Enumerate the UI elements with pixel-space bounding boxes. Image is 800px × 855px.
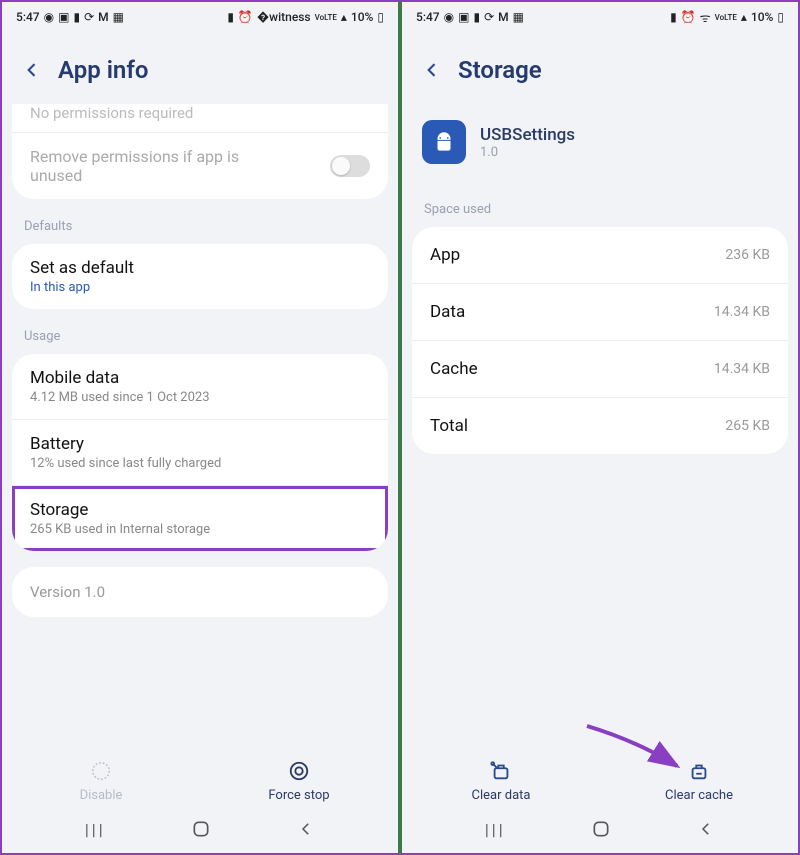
app-icon	[422, 120, 466, 164]
battery-icon: ▯	[377, 10, 384, 24]
force-stop-icon	[288, 760, 310, 782]
force-stop-button[interactable]: Force stop	[200, 760, 398, 803]
app-row: USBSettings 1.0	[402, 104, 798, 174]
battery-row[interactable]: Battery 12% used since last fully charge…	[12, 420, 388, 486]
status-bar: 5:47 ◉ ▣ ▮ ⟳ M ▦ ▮ ⏰ �witness VoLTE ▴ 10…	[2, 2, 398, 32]
phone-right: 5:47 ◉ ▣ ▮ ⟳ M ▦ ▮ ⏰ ᯤ VoLTE ▴ 10% ▯ Sto…	[402, 2, 798, 853]
battery-icon: ▮	[73, 10, 80, 24]
storage-cache-row: Cache 14.34 KB	[412, 341, 788, 398]
gallery-icon: ▦	[113, 10, 124, 24]
section-usage: Usage	[2, 325, 398, 354]
nav-bar: |||	[402, 811, 798, 853]
cloud-icon: ⟳	[484, 10, 494, 24]
page-title: Storage	[458, 56, 542, 84]
home-icon[interactable]	[191, 819, 211, 839]
recents-icon[interactable]: |||	[85, 820, 106, 839]
battery-pct: 10%	[351, 10, 373, 24]
battery-pct: 10%	[751, 10, 773, 24]
nav-bar: |||	[2, 811, 398, 853]
back-nav-icon[interactable]	[297, 820, 315, 838]
notification-icon: ▣	[458, 10, 469, 24]
android-icon	[431, 129, 457, 155]
set-default-row[interactable]: Set as default In this app	[12, 244, 388, 309]
header: App info	[2, 32, 398, 104]
no-permissions-text: No permissions required	[12, 104, 388, 133]
battery-icon: ▮	[473, 10, 480, 24]
back-icon[interactable]	[422, 60, 442, 80]
gallery-icon: ▦	[513, 10, 524, 24]
space-used-card: App 236 KB Data 14.34 KB Cache 14.34 KB …	[412, 227, 788, 454]
storage-row[interactable]: Storage 265 KB used in Internal storage	[12, 486, 388, 551]
status-bar: 5:47 ◉ ▣ ▮ ⟳ M ▦ ▮ ⏰ ᯤ VoLTE ▴ 10% ▯	[402, 2, 798, 32]
storage-total-row: Total 265 KB	[412, 398, 788, 454]
app-version: 1.0	[480, 145, 575, 160]
status-time: 5:47	[416, 10, 440, 24]
page-title: App info	[58, 56, 148, 84]
remove-permissions-row[interactable]: Remove permissions if app is unused	[12, 133, 388, 199]
toggle-switch[interactable]	[330, 155, 370, 177]
whatsapp-icon: ◉	[444, 10, 454, 24]
status-time: 5:47	[16, 10, 40, 24]
permissions-card: No permissions required Remove permissio…	[12, 104, 388, 199]
nfc-icon: ▮	[227, 10, 234, 24]
version-card: Version 1.0	[12, 567, 388, 617]
clear-cache-button[interactable]: Clear cache	[600, 760, 798, 803]
whatsapp-icon: ◉	[44, 10, 54, 24]
storage-data-row: Data 14.34 KB	[412, 284, 788, 341]
clear-data-icon	[490, 760, 512, 782]
app-name: USBSettings	[480, 125, 575, 145]
alarm-icon: ⏰	[681, 10, 696, 24]
cloud-icon: ⟳	[84, 10, 94, 24]
notification-icon: ▣	[58, 10, 69, 24]
signal-icon: ▴	[741, 10, 747, 24]
recents-icon[interactable]: |||	[485, 820, 506, 839]
bottom-actions: Clear data Clear cache	[402, 746, 798, 811]
alarm-icon: ⏰	[238, 10, 253, 24]
bottom-actions: Disable Force stop	[2, 746, 398, 811]
volte-icon: VoLTE	[315, 13, 337, 22]
gmail-icon: M	[498, 10, 509, 24]
section-space-used: Space used	[402, 174, 798, 227]
signal-icon: ▴	[341, 10, 347, 24]
section-defaults: Defaults	[2, 215, 398, 244]
volte-icon: VoLTE	[715, 13, 737, 22]
battery-icon: ▯	[777, 10, 784, 24]
back-nav-icon[interactable]	[697, 820, 715, 838]
gmail-icon: M	[98, 10, 109, 24]
mobile-data-row[interactable]: Mobile data 4.12 MB used since 1 Oct 202…	[12, 354, 388, 420]
disable-button: Disable	[2, 760, 200, 803]
disable-icon	[90, 760, 112, 782]
usage-card: Mobile data 4.12 MB used since 1 Oct 202…	[12, 354, 388, 551]
phone-left: 5:47 ◉ ▣ ▮ ⟳ M ▦ ▮ ⏰ �witness VoLTE ▴ 10…	[2, 2, 398, 853]
nfc-icon: ▮	[670, 10, 677, 24]
clear-data-button[interactable]: Clear data	[402, 760, 600, 803]
header: Storage	[402, 32, 798, 104]
wifi-icon: ᯤ	[700, 9, 711, 26]
home-icon[interactable]	[591, 819, 611, 839]
storage-app-row: App 236 KB	[412, 227, 788, 284]
defaults-card: Set as default In this app	[12, 244, 388, 309]
clear-cache-icon	[688, 760, 710, 782]
back-icon[interactable]	[22, 60, 42, 80]
wifi-icon: �witness	[257, 10, 311, 24]
